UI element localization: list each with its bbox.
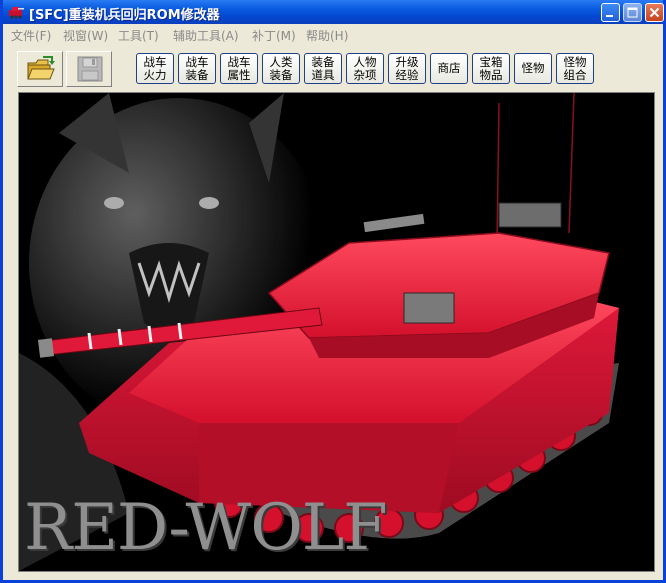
minimize-button[interactable] (601, 3, 620, 22)
tool-label: 组合 (563, 68, 587, 82)
monster-button[interactable]: 怪物 (514, 53, 552, 84)
save-button[interactable] (66, 51, 112, 87)
tank-attributes-button[interactable]: 战车 属性 (220, 53, 258, 84)
tool-label: 道具 (311, 68, 335, 82)
red-wolf-logo: RED-WOLF (24, 491, 388, 565)
close-icon (649, 7, 660, 18)
character-misc-button[interactable]: 人物 杂项 (346, 53, 384, 84)
tool-label: 装备 (269, 68, 293, 82)
menu-file[interactable]: 文件(F) (11, 27, 51, 44)
window-title: [SFC]重装机兵回归ROM修改器 (29, 8, 220, 23)
tank-firepower-button[interactable]: 战车 火力 (136, 53, 174, 84)
tool-label: 经验 (395, 68, 419, 82)
treasure-items-button[interactable]: 宝箱 物品 (472, 53, 510, 84)
menu-help[interactable]: 帮助(H) (306, 27, 348, 44)
tool-label: 火力 (143, 68, 167, 82)
tank-equipment-button[interactable]: 战车 装备 (178, 53, 216, 84)
tool-label: 商店 (437, 61, 461, 75)
app-icon[interactable] (8, 5, 24, 19)
open-button[interactable] (17, 51, 63, 87)
levelup-exp-button[interactable]: 升级 经验 (388, 53, 426, 84)
tool-label: 属性 (227, 68, 251, 82)
splash-canvas: RED-WOLF (18, 92, 655, 572)
tool-label: 怪物 (521, 61, 545, 75)
monster-group-button[interactable]: 怪物 组合 (556, 53, 594, 84)
toolbar: 战车 火力 战车 装备 战车 属性 人类 装备 装备 道具 人物 杂项 升级 经验 商店 宝箱… (3, 46, 663, 90)
title-bar[interactable]: [SFC]重装机兵回归ROM修改器 (3, 0, 664, 24)
app-window: [SFC]重装机兵回归ROM修改器 文件(F) 视窗(W) 工具(T) 辅助工具… (0, 0, 666, 583)
minimize-icon (606, 15, 613, 17)
save-disk-icon (77, 56, 103, 82)
menu-aux-tools[interactable]: 辅助工具(A) (173, 27, 239, 44)
menu-patch[interactable]: 补丁(M) (252, 27, 296, 44)
menu-window[interactable]: 视窗(W) (63, 27, 108, 44)
maximize-button[interactable] (623, 3, 642, 22)
close-button[interactable] (645, 3, 664, 22)
maximize-icon (627, 7, 638, 18)
shop-button[interactable]: 商店 (430, 53, 468, 84)
menu-bar: 文件(F) 视窗(W) 工具(T) 辅助工具(A) 补丁(M) 帮助(H) (3, 24, 663, 44)
open-folder-icon (27, 56, 55, 80)
tool-label: 杂项 (353, 68, 377, 82)
tool-label: 装备 (185, 68, 209, 82)
human-equipment-button[interactable]: 人类 装备 (262, 53, 300, 84)
equipment-items-button[interactable]: 装备 道具 (304, 53, 342, 84)
menu-tools[interactable]: 工具(T) (118, 27, 159, 44)
tool-label: 物品 (479, 68, 503, 82)
